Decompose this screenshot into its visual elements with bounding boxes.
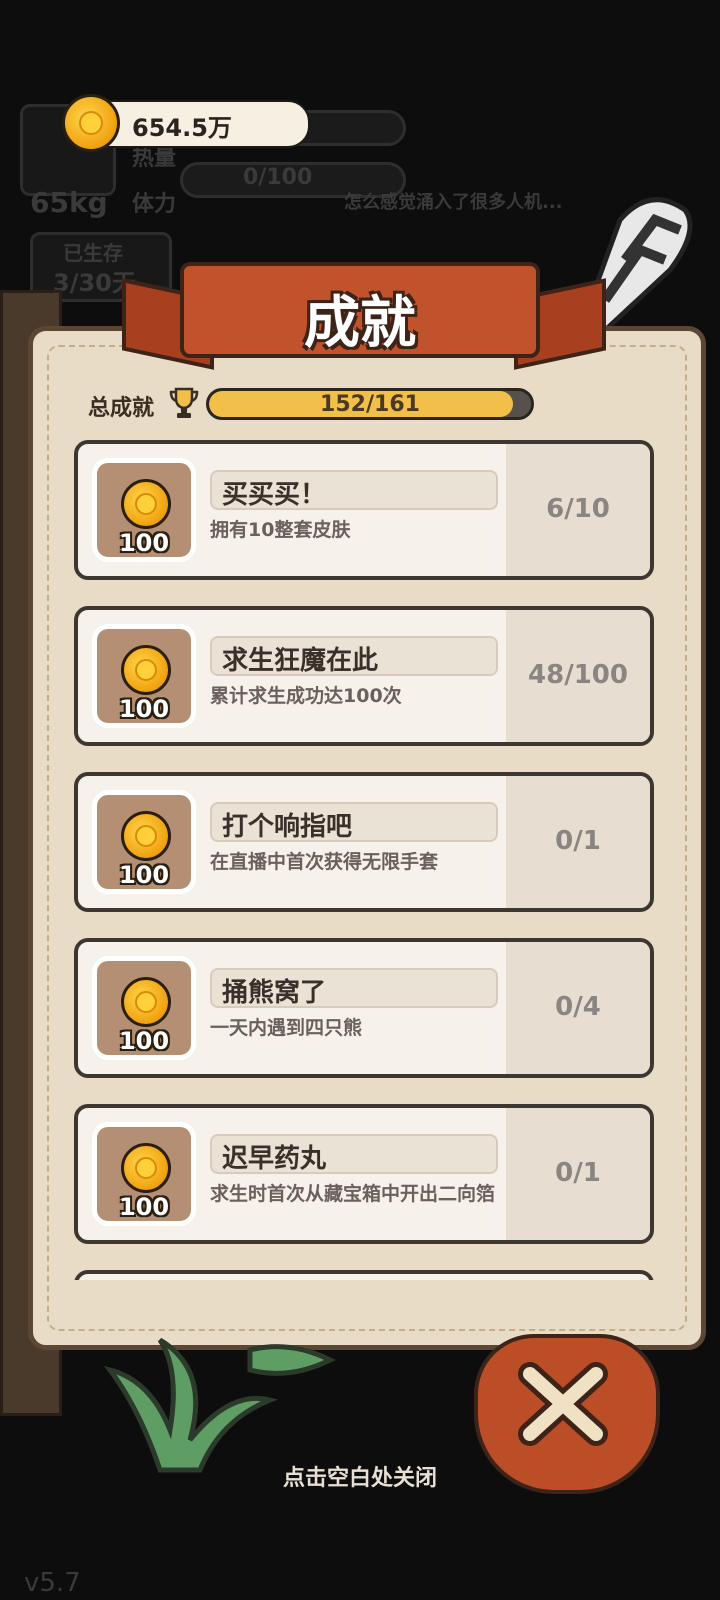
reward-amount: 100 (118, 861, 170, 889)
close-icon[interactable] (508, 1356, 618, 1452)
title-banner: 成就 (180, 262, 540, 358)
trophy-icon (169, 387, 199, 418)
coin-icon (62, 94, 120, 152)
coin-icon (121, 1143, 171, 1193)
total-progress-bar: 152/161 (206, 388, 534, 420)
coin-icon (121, 811, 171, 861)
achievement-card[interactable]: 48/100 100 求生狂魔在此 累计求生成功达100次 (74, 606, 654, 746)
achievement-list[interactable]: 6/10 100 买买买！ 拥有10整套皮肤 48/100 100 求生狂魔在此… (74, 440, 654, 1280)
reward-amount: 100 (118, 529, 170, 557)
achievement-description: 拥有10整套皮肤 (210, 519, 351, 541)
stamina-value: 0/100 (243, 165, 313, 190)
leaf-decoration-icon (103, 1337, 336, 1473)
reward-amount: 100 (118, 1193, 170, 1221)
achievement-description: 在直播中首次获得无限手套 (210, 851, 439, 873)
reward-box: 100 (92, 956, 196, 1060)
achievement-card[interactable]: 6/10 100 买买买！ 拥有10整套皮肤 (74, 440, 654, 580)
reward-amount: 100 (118, 695, 170, 723)
coin-icon (121, 977, 171, 1027)
reward-box: 100 (92, 1122, 196, 1226)
version-label: v5.7 (24, 1568, 81, 1598)
chat-text: 怎么感觉涌入了很多人机... (344, 192, 563, 213)
currency-amount: 654.5万 (132, 114, 232, 142)
achievement-title: 求生狂魔在此 (222, 646, 379, 676)
achievement-progress: 0/4 (555, 992, 601, 1022)
reward-amount: 100 (118, 1027, 170, 1055)
achievement-progress: 48/100 (528, 660, 628, 690)
achievement-progress: 0/1 (555, 1158, 601, 1188)
achievement-title-box: 求生狂魔在此 (210, 636, 498, 676)
reward-box: 100 (92, 790, 196, 894)
coin-icon (121, 479, 171, 529)
reward-box: 100 (92, 624, 196, 728)
survived-label: 已生存 (63, 241, 123, 265)
achievement-description: 一天内遇到四只熊 (210, 1017, 363, 1039)
total-progress-text: 152/161 (320, 392, 420, 417)
achievement-title: 打个响指吧 (222, 812, 353, 842)
achievement-progress: 6/10 (546, 494, 610, 524)
achievement-card[interactable]: 0/1 100 迟早药丸 求生时首次从藏宝箱中开出二向箔 (74, 1104, 654, 1244)
achievement-title: 迟早药丸 (222, 1144, 327, 1174)
achievement-card[interactable] (74, 1270, 654, 1280)
achievement-card[interactable]: 0/4 100 捅熊窝了 一天内遇到四只熊 (74, 938, 654, 1078)
stamina-label: 体力 (132, 192, 177, 217)
achievement-title-box: 捅熊窝了 (210, 968, 498, 1008)
achievement-description: 累计求生成功达100次 (210, 685, 402, 707)
achievement-title-box: 迟早药丸 (210, 1134, 498, 1174)
weight-text: 65kg (30, 186, 108, 219)
achievement-card[interactable]: 0/1 100 打个响指吧 在直播中首次获得无限手套 (74, 772, 654, 912)
achievement-title-box: 买买买！ (210, 470, 498, 510)
coin-icon (121, 645, 171, 695)
achievement-description: 求生时首次从藏宝箱中开出二向箔 (210, 1183, 496, 1205)
dialog-title: 成就 (304, 291, 416, 356)
reward-box: 100 (92, 458, 196, 562)
achievement-title-box: 打个响指吧 (210, 802, 498, 842)
close-hint-text[interactable]: 点击空白处关闭 (0, 1460, 720, 1492)
total-achievement-label: 总成就 (88, 396, 155, 421)
achievement-title: 买买买！ (222, 480, 327, 510)
achievement-progress: 0/1 (555, 826, 601, 856)
achievement-title: 捅熊窝了 (222, 978, 327, 1008)
